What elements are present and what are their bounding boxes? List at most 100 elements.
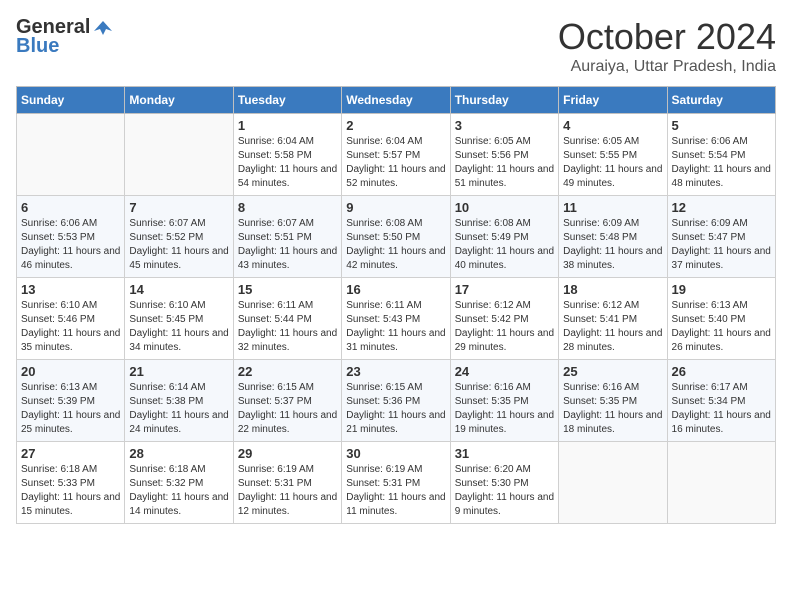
weekday-cell: Sunday <box>17 87 125 114</box>
day-info: Sunrise: 6:12 AM Sunset: 5:41 PM Dayligh… <box>563 299 662 355</box>
calendar-day-cell: 28 Sunrise: 6:18 AM Sunset: 5:32 PM Dayli… <box>125 442 233 524</box>
calendar-week-row: 27 Sunrise: 6:18 AM Sunset: 5:33 PM Dayli… <box>17 442 776 524</box>
day-number: 11 <box>563 200 662 215</box>
day-number: 10 <box>455 200 554 215</box>
weekday-cell: Friday <box>559 87 667 114</box>
day-info: Sunrise: 6:06 AM Sunset: 5:54 PM Dayligh… <box>672 135 771 191</box>
calendar-day-cell: 29 Sunrise: 6:19 AM Sunset: 5:31 PM Dayli… <box>233 442 341 524</box>
calendar-day-cell: 5 Sunrise: 6:06 AM Sunset: 5:54 PM Daylig… <box>667 114 775 196</box>
calendar-day-cell: 17 Sunrise: 6:12 AM Sunset: 5:42 PM Dayli… <box>450 278 558 360</box>
day-number: 14 <box>129 282 228 297</box>
day-number: 31 <box>455 446 554 461</box>
weekday-cell: Monday <box>125 87 233 114</box>
calendar-day-cell <box>17 114 125 196</box>
calendar-day-cell: 11Sunrise: 6:09 AM Sunset: 5:48 PM Dayli… <box>559 196 667 278</box>
calendar-table: SundayMondayTuesdayWednesdayThursdayFrid… <box>16 86 776 524</box>
calendar-day-cell: 15 Sunrise: 6:11 AM Sunset: 5:44 PM Dayli… <box>233 278 341 360</box>
weekday-cell: Thursday <box>450 87 558 114</box>
logo-blue-text: Blue <box>16 35 59 58</box>
calendar-day-cell: 8 Sunrise: 6:07 AM Sunset: 5:51 PM Daylig… <box>233 196 341 278</box>
calendar-day-cell <box>125 114 233 196</box>
day-number: 30 <box>346 446 445 461</box>
day-info: Sunrise: 6:18 AM Sunset: 5:33 PM Dayligh… <box>21 463 120 519</box>
logo-bird-icon <box>92 17 114 39</box>
day-info: Sunrise: 6:07 AM Sunset: 5:51 PM Dayligh… <box>238 217 337 273</box>
day-number: 5 <box>672 118 771 133</box>
day-info: Sunrise: 6:08 AM Sunset: 5:50 PM Dayligh… <box>346 217 445 273</box>
calendar-day-cell: 24Sunrise: 6:16 AM Sunset: 5:35 PM Dayli… <box>450 360 558 442</box>
calendar-week-row: 20 Sunrise: 6:13 AM Sunset: 5:39 PM Dayli… <box>17 360 776 442</box>
day-number: 24 <box>455 364 554 379</box>
day-number: 20 <box>21 364 120 379</box>
day-number: 19 <box>672 282 771 297</box>
day-info: Sunrise: 6:13 AM Sunset: 5:39 PM Dayligh… <box>21 381 120 437</box>
month-title: October 2024 <box>558 16 776 58</box>
title-block: October 2024 Auraiya, Uttar Pradesh, Ind… <box>558 16 776 76</box>
day-number: 7 <box>129 200 228 215</box>
calendar-day-cell: 9 Sunrise: 6:08 AM Sunset: 5:50 PM Daylig… <box>342 196 450 278</box>
calendar-day-cell: 19 Sunrise: 6:13 AM Sunset: 5:40 PM Dayli… <box>667 278 775 360</box>
calendar-day-cell: 26Sunrise: 6:17 AM Sunset: 5:34 PM Dayli… <box>667 360 775 442</box>
day-number: 9 <box>346 200 445 215</box>
calendar-day-cell <box>559 442 667 524</box>
day-info: Sunrise: 6:11 AM Sunset: 5:43 PM Dayligh… <box>346 299 445 355</box>
day-number: 12 <box>672 200 771 215</box>
day-number: 16 <box>346 282 445 297</box>
day-number: 3 <box>455 118 554 133</box>
day-number: 2 <box>346 118 445 133</box>
day-number: 8 <box>238 200 337 215</box>
calendar-day-cell: 13 Sunrise: 6:10 AM Sunset: 5:46 PM Dayli… <box>17 278 125 360</box>
day-info: Sunrise: 6:18 AM Sunset: 5:32 PM Dayligh… <box>129 463 228 519</box>
day-info: Sunrise: 6:16 AM Sunset: 5:35 PM Dayligh… <box>563 381 662 437</box>
day-number: 4 <box>563 118 662 133</box>
day-number: 1 <box>238 118 337 133</box>
calendar-week-row: 6 Sunrise: 6:06 AM Sunset: 5:53 PM Daylig… <box>17 196 776 278</box>
day-number: 27 <box>21 446 120 461</box>
day-info: Sunrise: 6:08 AM Sunset: 5:49 PM Dayligh… <box>455 217 554 273</box>
weekday-cell: Tuesday <box>233 87 341 114</box>
weekday-cell: Saturday <box>667 87 775 114</box>
calendar-day-cell: 27 Sunrise: 6:18 AM Sunset: 5:33 PM Dayli… <box>17 442 125 524</box>
day-info: Sunrise: 6:14 AM Sunset: 5:38 PM Dayligh… <box>129 381 228 437</box>
day-info: Sunrise: 6:07 AM Sunset: 5:52 PM Dayligh… <box>129 217 228 273</box>
calendar-day-cell: 23 Sunrise: 6:15 AM Sunset: 5:36 PM Dayli… <box>342 360 450 442</box>
calendar-week-row: 13 Sunrise: 6:10 AM Sunset: 5:46 PM Dayli… <box>17 278 776 360</box>
calendar-day-cell: 20 Sunrise: 6:13 AM Sunset: 5:39 PM Dayli… <box>17 360 125 442</box>
day-info: Sunrise: 6:04 AM Sunset: 5:58 PM Dayligh… <box>238 135 337 191</box>
calendar-day-cell: 12 Sunrise: 6:09 AM Sunset: 5:47 PM Dayli… <box>667 196 775 278</box>
day-info: Sunrise: 6:12 AM Sunset: 5:42 PM Dayligh… <box>455 299 554 355</box>
day-info: Sunrise: 6:05 AM Sunset: 5:55 PM Dayligh… <box>563 135 662 191</box>
day-info: Sunrise: 6:15 AM Sunset: 5:36 PM Dayligh… <box>346 381 445 437</box>
day-info: Sunrise: 6:20 AM Sunset: 5:30 PM Dayligh… <box>455 463 554 519</box>
day-number: 28 <box>129 446 228 461</box>
day-number: 13 <box>21 282 120 297</box>
day-info: Sunrise: 6:11 AM Sunset: 5:44 PM Dayligh… <box>238 299 337 355</box>
day-info: Sunrise: 6:10 AM Sunset: 5:45 PM Dayligh… <box>129 299 228 355</box>
weekday-cell: Wednesday <box>342 87 450 114</box>
calendar-day-cell: 30Sunrise: 6:19 AM Sunset: 5:31 PM Dayli… <box>342 442 450 524</box>
logo: General Blue <box>16 16 114 58</box>
day-info: Sunrise: 6:09 AM Sunset: 5:47 PM Dayligh… <box>672 217 771 273</box>
day-number: 23 <box>346 364 445 379</box>
day-info: Sunrise: 6:13 AM Sunset: 5:40 PM Dayligh… <box>672 299 771 355</box>
location: Auraiya, Uttar Pradesh, India <box>558 58 776 76</box>
day-number: 18 <box>563 282 662 297</box>
day-number: 29 <box>238 446 337 461</box>
weekday-header-row: SundayMondayTuesdayWednesdayThursdayFrid… <box>17 87 776 114</box>
day-info: Sunrise: 6:17 AM Sunset: 5:34 PM Dayligh… <box>672 381 771 437</box>
calendar-day-cell: 1 Sunrise: 6:04 AM Sunset: 5:58 PM Daylig… <box>233 114 341 196</box>
day-info: Sunrise: 6:10 AM Sunset: 5:46 PM Dayligh… <box>21 299 120 355</box>
day-info: Sunrise: 6:19 AM Sunset: 5:31 PM Dayligh… <box>238 463 337 519</box>
calendar-day-cell <box>667 442 775 524</box>
day-info: Sunrise: 6:06 AM Sunset: 5:53 PM Dayligh… <box>21 217 120 273</box>
calendar-day-cell: 21 Sunrise: 6:14 AM Sunset: 5:38 PM Dayli… <box>125 360 233 442</box>
day-info: Sunrise: 6:05 AM Sunset: 5:56 PM Dayligh… <box>455 135 554 191</box>
calendar-day-cell: 16 Sunrise: 6:11 AM Sunset: 5:43 PM Dayli… <box>342 278 450 360</box>
day-number: 17 <box>455 282 554 297</box>
day-number: 15 <box>238 282 337 297</box>
day-info: Sunrise: 6:04 AM Sunset: 5:57 PM Dayligh… <box>346 135 445 191</box>
day-number: 21 <box>129 364 228 379</box>
day-number: 6 <box>21 200 120 215</box>
calendar-day-cell: 31 Sunrise: 6:20 AM Sunset: 5:30 PM Dayli… <box>450 442 558 524</box>
day-number: 25 <box>563 364 662 379</box>
